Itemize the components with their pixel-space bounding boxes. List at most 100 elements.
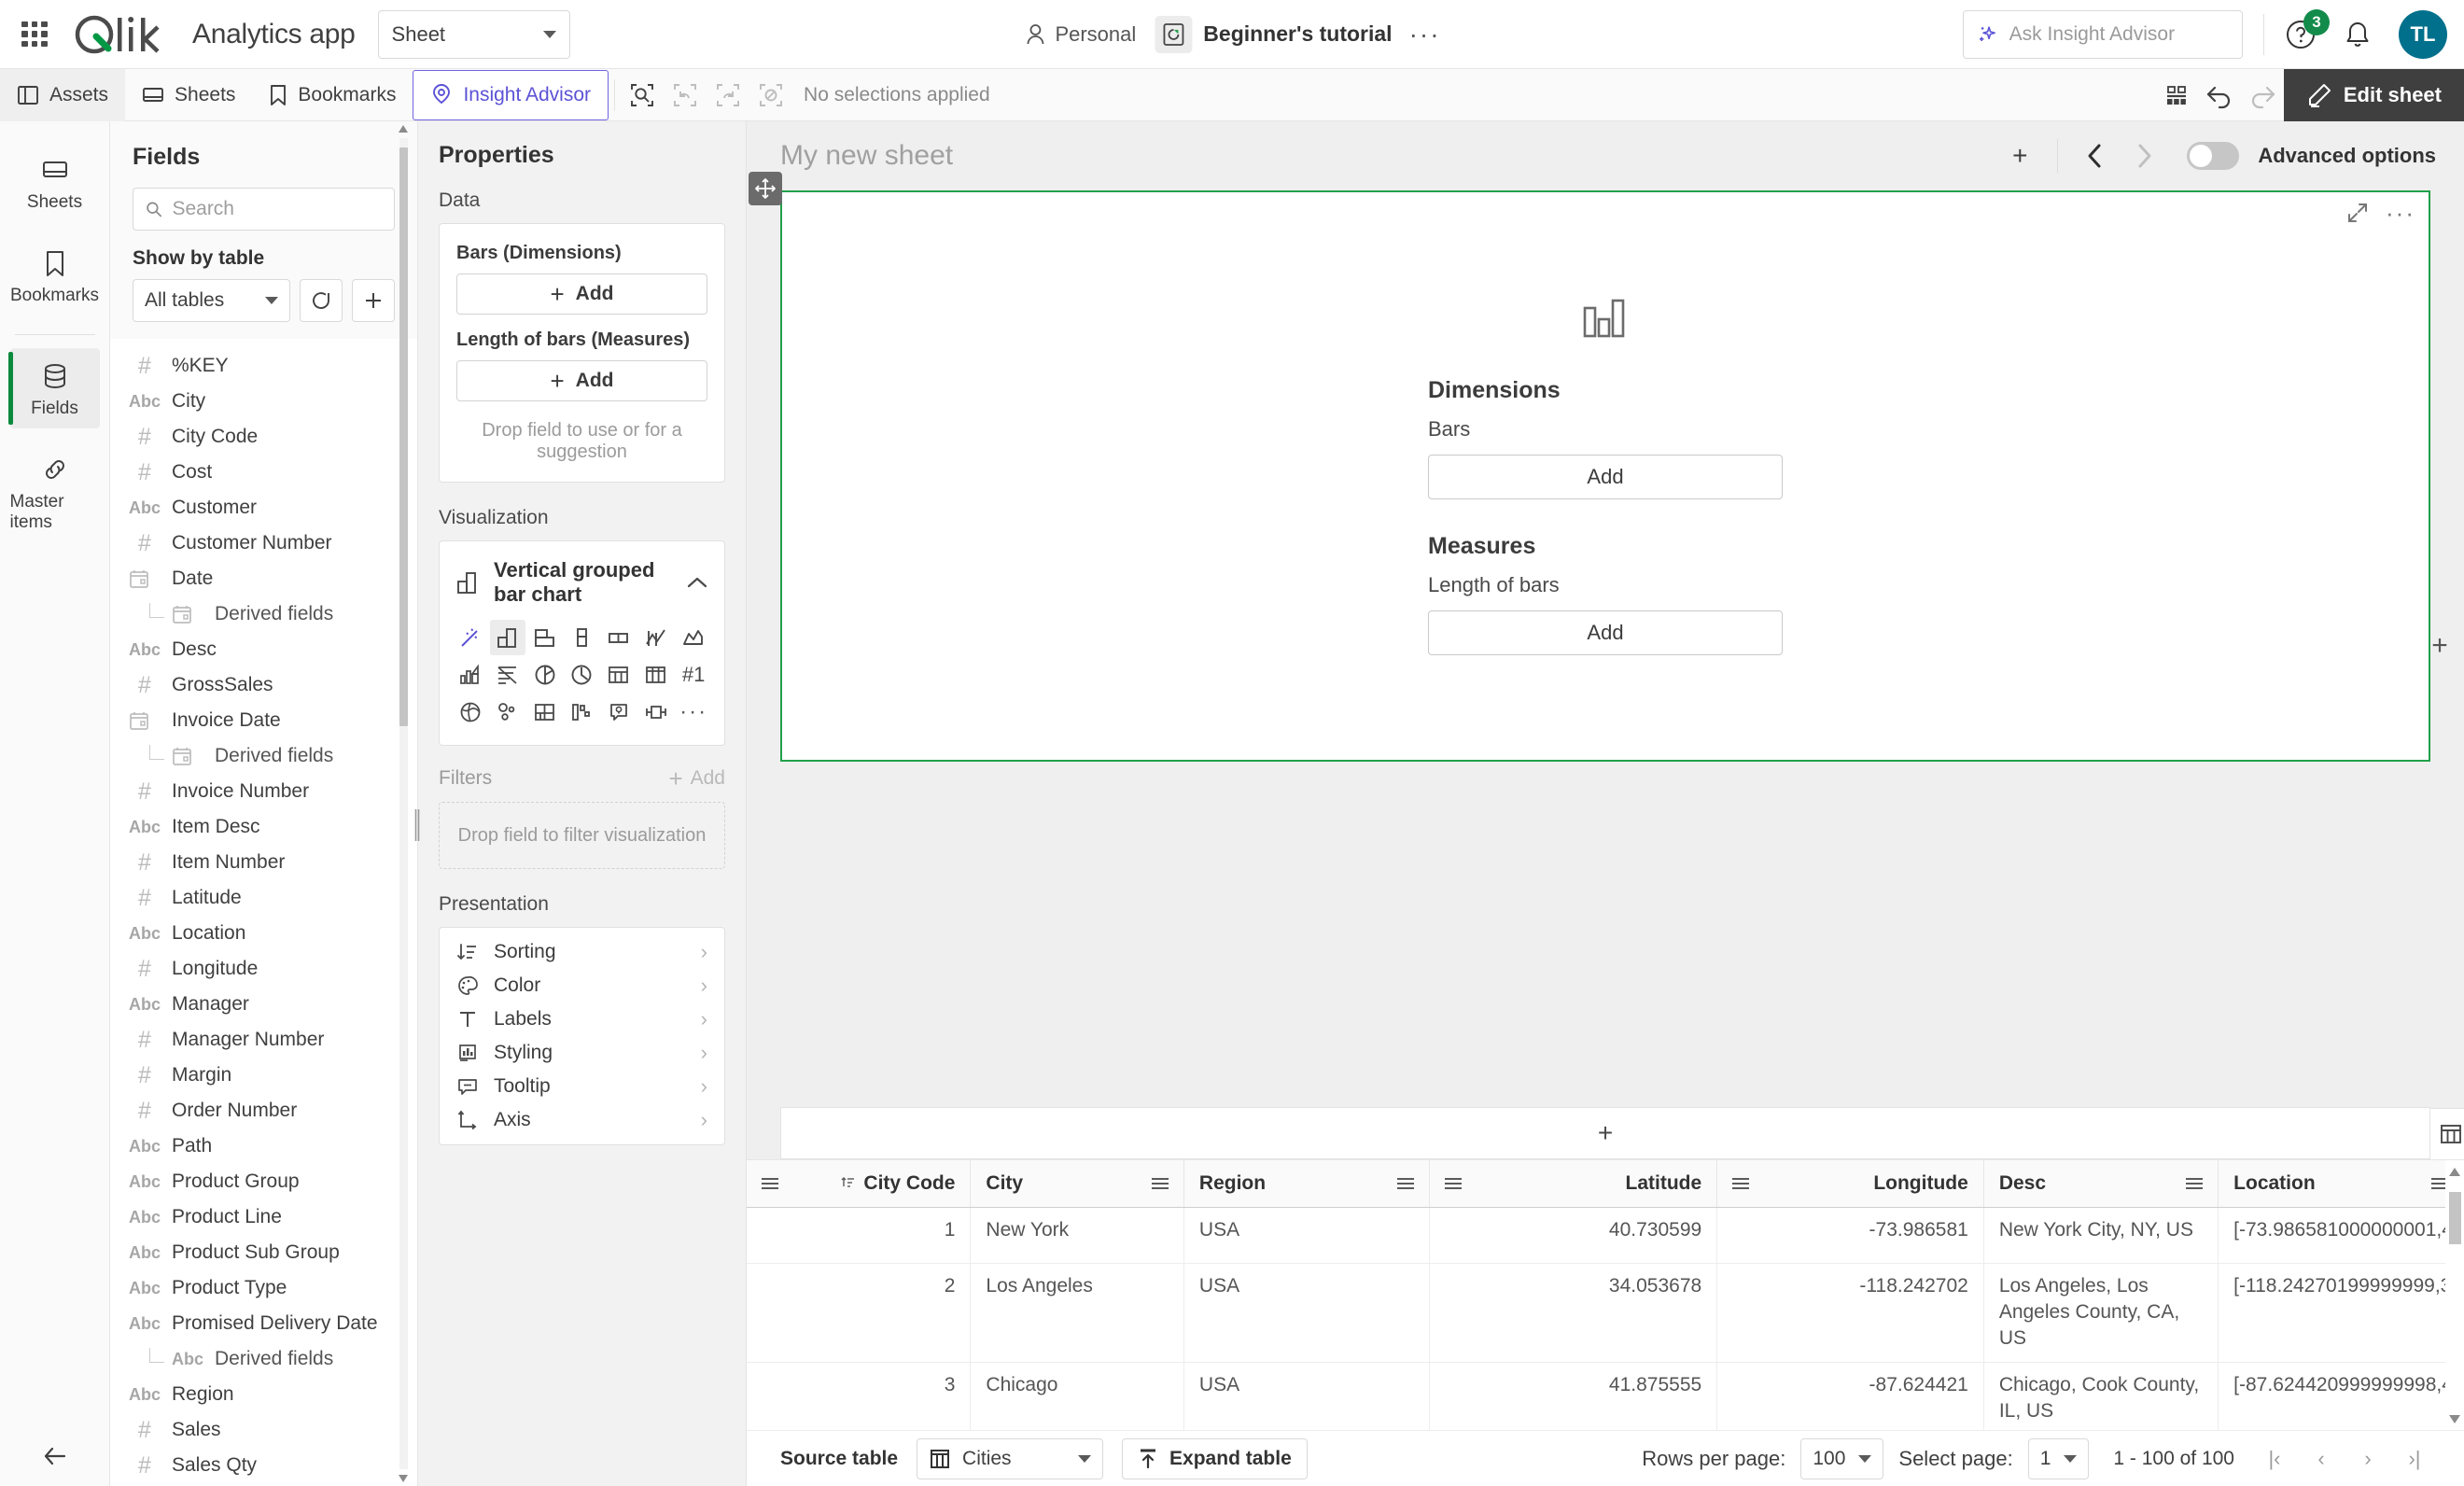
stacked-bar-icon[interactable] bbox=[565, 620, 600, 655]
line-chart-icon[interactable] bbox=[676, 620, 711, 655]
previous-suggestion-button[interactable] bbox=[2073, 133, 2118, 178]
column-header-location[interactable]: Location bbox=[2218, 1160, 2464, 1208]
toolbar-bookmarks-button[interactable]: Bookmarks bbox=[252, 69, 413, 121]
app-more-button[interactable]: ··· bbox=[1402, 21, 1449, 47]
add-measure-button[interactable]: + Add bbox=[456, 360, 707, 401]
field-item[interactable]: Invoice Date bbox=[110, 703, 417, 738]
field-item[interactable]: # Invoice Number bbox=[110, 774, 417, 809]
data-panel-toggle-button[interactable] bbox=[2429, 1108, 2464, 1160]
field-item[interactable]: # GrossSales bbox=[110, 667, 417, 703]
column-menu-icon[interactable] bbox=[1396, 1177, 1414, 1189]
user-avatar[interactable]: TL bbox=[2399, 9, 2447, 59]
redo-button[interactable] bbox=[2241, 74, 2284, 117]
box-plot-icon[interactable] bbox=[638, 694, 674, 730]
column-header-city-code[interactable]: City Code bbox=[747, 1160, 972, 1208]
fields-list[interactable]: # %KEY Abc City # City Code # Cost Abc Customer # C… bbox=[110, 339, 417, 1486]
column-header-longitude[interactable]: Longitude bbox=[1716, 1160, 1984, 1208]
presentation-item-tooltip[interactable]: Tooltip › bbox=[440, 1070, 724, 1103]
fields-scroll-up-icon[interactable] bbox=[397, 121, 410, 136]
field-item[interactable]: Abc Promised Delivery Date bbox=[110, 1306, 417, 1341]
treemap-icon[interactable] bbox=[527, 694, 563, 730]
table-icon[interactable] bbox=[601, 657, 637, 693]
expand-table-button[interactable]: Expand table bbox=[1122, 1437, 1308, 1479]
fields-search-box[interactable] bbox=[133, 188, 395, 231]
field-item[interactable]: Abc Product Type bbox=[110, 1270, 417, 1306]
funnel-icon[interactable] bbox=[490, 657, 525, 693]
add-row-button[interactable]: + bbox=[780, 1107, 2464, 1160]
previous-page-button[interactable]: ‹ bbox=[2305, 1440, 2337, 1478]
field-item[interactable]: # %KEY bbox=[110, 348, 417, 384]
field-item[interactable]: Date bbox=[110, 561, 417, 596]
field-item[interactable]: Abc Location bbox=[110, 916, 417, 951]
next-suggestion-button[interactable] bbox=[2121, 133, 2166, 178]
last-page-button[interactable]: ›| bbox=[2399, 1440, 2430, 1478]
field-item[interactable]: Abc Item Desc bbox=[110, 809, 417, 845]
column-menu-icon[interactable] bbox=[2186, 1177, 2204, 1189]
field-item[interactable]: # Cost bbox=[110, 455, 417, 490]
fullscreen-icon[interactable] bbox=[2346, 202, 2369, 224]
table-row[interactable]: 2 Los Angeles USA 34.053678 -118.242702 Los A… bbox=[747, 1263, 2464, 1363]
sidebar-item-master-items[interactable]: Master items bbox=[10, 442, 100, 542]
field-item[interactable]: Abc City bbox=[110, 384, 417, 419]
object-menu-icon[interactable]: ··· bbox=[2386, 201, 2415, 225]
insight-advisor-search[interactable] bbox=[1963, 9, 2243, 59]
field-item[interactable]: # Item Number bbox=[110, 845, 417, 880]
pie-chart-icon[interactable] bbox=[527, 657, 563, 693]
auto-chart-icon[interactable] bbox=[453, 620, 488, 655]
more-charts-icon[interactable]: ··· bbox=[676, 694, 711, 730]
presentation-item-labels[interactable]: Labels › bbox=[440, 1002, 724, 1036]
field-item[interactable]: Abc Customer bbox=[110, 490, 417, 526]
presentation-item-axis[interactable]: Axis › bbox=[440, 1103, 724, 1137]
bar-chart-icon[interactable] bbox=[489, 620, 525, 655]
space-personal-button[interactable]: Personal bbox=[1015, 15, 1145, 54]
field-item[interactable]: # City Code bbox=[110, 419, 417, 455]
pivot-table-icon[interactable] bbox=[638, 657, 674, 693]
edit-sheet-button[interactable]: Edit sheet bbox=[2283, 68, 2464, 121]
field-item[interactable]: # Customer Number bbox=[110, 526, 417, 561]
horizontal-bar-icon[interactable] bbox=[527, 620, 563, 655]
ask-insight-advisor-input[interactable] bbox=[2009, 22, 2229, 46]
scroll-up-icon[interactable] bbox=[2447, 1162, 2462, 1181]
toolbar-assets-button[interactable]: Assets bbox=[0, 68, 126, 121]
fields-search-input[interactable] bbox=[172, 198, 383, 220]
qlik-logo[interactable] bbox=[71, 11, 174, 58]
map-icon[interactable] bbox=[453, 694, 488, 730]
fields-scrollbar[interactable] bbox=[397, 121, 410, 1486]
data-table-scroll-thumb[interactable] bbox=[2449, 1192, 2461, 1244]
scatter-plot-icon[interactable] bbox=[490, 694, 525, 730]
toolbar-insight-advisor-button[interactable]: Insight Advisor bbox=[413, 69, 609, 120]
block-icon[interactable] bbox=[601, 620, 637, 655]
field-item[interactable]: # Longitude bbox=[110, 951, 417, 987]
field-item[interactable]: Abc Desc bbox=[110, 632, 417, 667]
field-item[interactable]: # Latitude bbox=[110, 880, 417, 916]
undo-button[interactable] bbox=[2198, 74, 2241, 117]
table-row[interactable]: 3 Chicago USA 41.875555 -87.624421 Chicago, C… bbox=[747, 1362, 2464, 1430]
notifications-button[interactable] bbox=[2345, 20, 2371, 49]
insight-bulb-icon[interactable] bbox=[601, 694, 637, 730]
field-item[interactable]: Derived fields bbox=[110, 596, 417, 632]
first-page-button[interactable]: |‹ bbox=[2259, 1440, 2290, 1478]
clear-selections-button[interactable] bbox=[749, 74, 792, 117]
column-menu-icon[interactable] bbox=[1732, 1177, 1750, 1189]
field-item[interactable]: # Margin bbox=[110, 1058, 417, 1093]
data-table-vertical-scrollbar[interactable] bbox=[2445, 1160, 2464, 1430]
field-item[interactable]: Abc Product Sub Group bbox=[110, 1235, 417, 1270]
field-item[interactable]: # Sales bbox=[110, 1412, 417, 1448]
add-dimension-button[interactable]: + Add bbox=[456, 273, 707, 315]
rows-per-page-select[interactable]: 100 bbox=[1800, 1437, 1884, 1479]
app-launcher-icon[interactable] bbox=[19, 19, 50, 50]
object-drag-handle[interactable] bbox=[749, 172, 782, 205]
smart-search-button[interactable] bbox=[621, 74, 664, 117]
add-field-button[interactable] bbox=[352, 279, 395, 322]
visualization-object[interactable]: ··· Dimensions Bars Add Measures Length … bbox=[749, 172, 2430, 762]
sidebar-item-fields[interactable]: Fields bbox=[7, 348, 100, 428]
add-chart-button[interactable]: + bbox=[1997, 133, 2042, 178]
column-menu-icon[interactable] bbox=[1151, 1177, 1169, 1189]
visualization-type-header[interactable]: Vertical grouped bar chart bbox=[453, 554, 711, 620]
help-button[interactable]: 3 bbox=[2285, 8, 2330, 50]
donut-icon[interactable] bbox=[565, 657, 600, 693]
selection-back-button[interactable] bbox=[664, 74, 707, 117]
advanced-options-toggle[interactable] bbox=[2187, 142, 2240, 170]
field-item[interactable]: Abc Derived fields bbox=[110, 1341, 417, 1377]
selection-forward-button[interactable] bbox=[707, 74, 749, 117]
